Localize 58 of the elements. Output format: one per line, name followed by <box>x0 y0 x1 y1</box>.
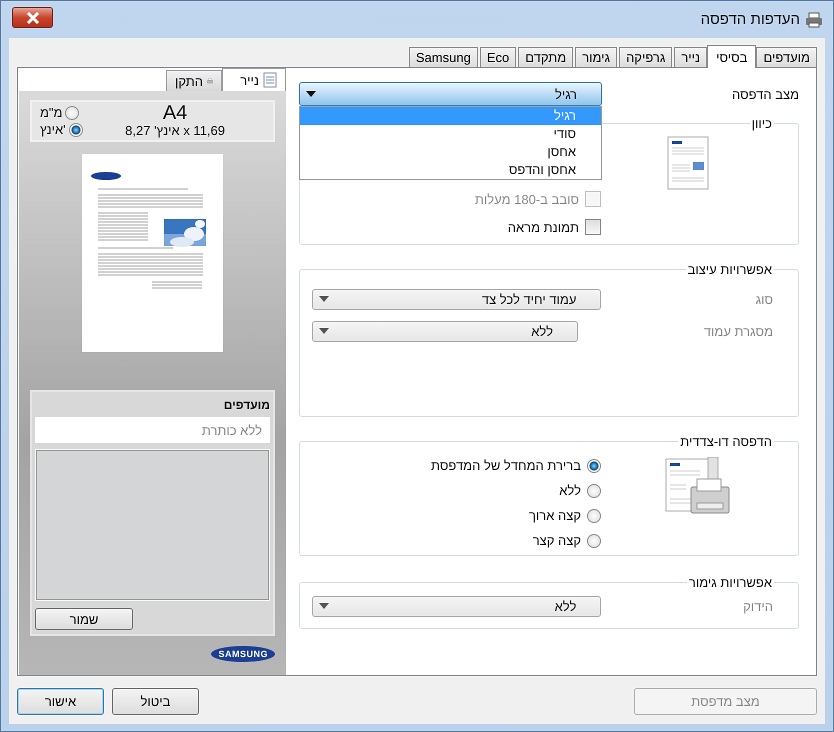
dropdown[interactable]: עמוד יחיד לכל צד <box>312 288 602 310</box>
caret-icon <box>319 603 329 609</box>
title-field[interactable]: ללא כותרת <box>35 417 270 443</box>
tab[interactable]: גרפיקה <box>619 47 672 67</box>
radio-label: מ"מ <box>40 105 62 120</box>
radio-label: קצה קצר <box>532 533 581 548</box>
field-label: מסגרת עמוד <box>702 324 774 338</box>
close-button[interactable] <box>12 7 53 28</box>
printer-icon <box>805 12 823 28</box>
close-icon <box>24 12 40 24</box>
checkbox-label: סובב ב-180 מעלות <box>474 192 579 206</box>
field-label: סוג <box>754 292 774 306</box>
radio-label: אינץ' <box>40 122 66 137</box>
save-button[interactable]: שמור <box>35 608 133 630</box>
group-title: כיוון <box>750 116 773 131</box>
dropdown[interactable]: ללא <box>312 596 602 616</box>
cancel-button[interactable]: ביטול <box>112 688 199 714</box>
field-label: הידוק <box>742 598 774 614</box>
tab[interactable]: נייר <box>222 68 286 91</box>
dropdown-option[interactable]: סודי <box>300 125 601 143</box>
dropdown-option[interactable]: אחסן <box>300 143 601 161</box>
group-title: אפשרויות גימור <box>688 575 773 590</box>
tab[interactable]: נייר <box>674 47 708 67</box>
tab[interactable]: התקן <box>166 70 222 91</box>
radio-label: ללא <box>559 483 581 498</box>
tab[interactable]: גימור <box>575 47 618 67</box>
caret-icon <box>319 296 329 302</box>
tab[interactable]: Eco <box>480 47 516 67</box>
radio-button[interactable] <box>587 484 601 498</box>
field-label: מצב הדפסה <box>732 86 799 102</box>
paper-dimensions: אינץ' 8,27 x 11,69 <box>125 123 225 138</box>
page-icon <box>263 72 277 88</box>
panel-title: מועדפים <box>222 398 270 412</box>
window-title: העדפות הדפסה <box>700 11 800 28</box>
caret-icon <box>306 91 316 97</box>
radio-label: קצה ארוך <box>528 508 581 523</box>
group-title: הדפסה דו-צדדית <box>679 434 773 449</box>
dropdown-option[interactable]: אחסן והדפס <box>300 161 601 179</box>
document-icon <box>666 135 710 191</box>
group-title: אפשרויות עיצוב <box>686 262 773 277</box>
radio-button[interactable] <box>65 106 80 120</box>
tab[interactable]: מועדפים <box>756 47 817 67</box>
checkbox[interactable] <box>585 219 601 235</box>
radio-label: ברירת המחדל של המדפסת <box>431 458 581 473</box>
tab[interactable]: Samsung <box>408 47 478 67</box>
ok-button[interactable]: אישור <box>17 688 104 714</box>
tab[interactable]: מתקדם <box>518 47 574 67</box>
print-mode-dropdown[interactable]: רגיל <box>299 82 602 106</box>
tab[interactable]: בסיסי <box>707 45 756 68</box>
paper-size-name: A4 <box>162 103 188 123</box>
checkbox-label: תמונת מראה <box>508 220 579 234</box>
radio-button[interactable] <box>587 534 601 548</box>
dropdown[interactable]: ללא <box>312 320 578 342</box>
radio-button[interactable] <box>68 122 83 136</box>
radio-button[interactable] <box>587 458 601 472</box>
brand-logo: SAMSUNG <box>211 646 275 662</box>
radio-button[interactable] <box>587 508 601 522</box>
caret-icon <box>319 328 329 334</box>
